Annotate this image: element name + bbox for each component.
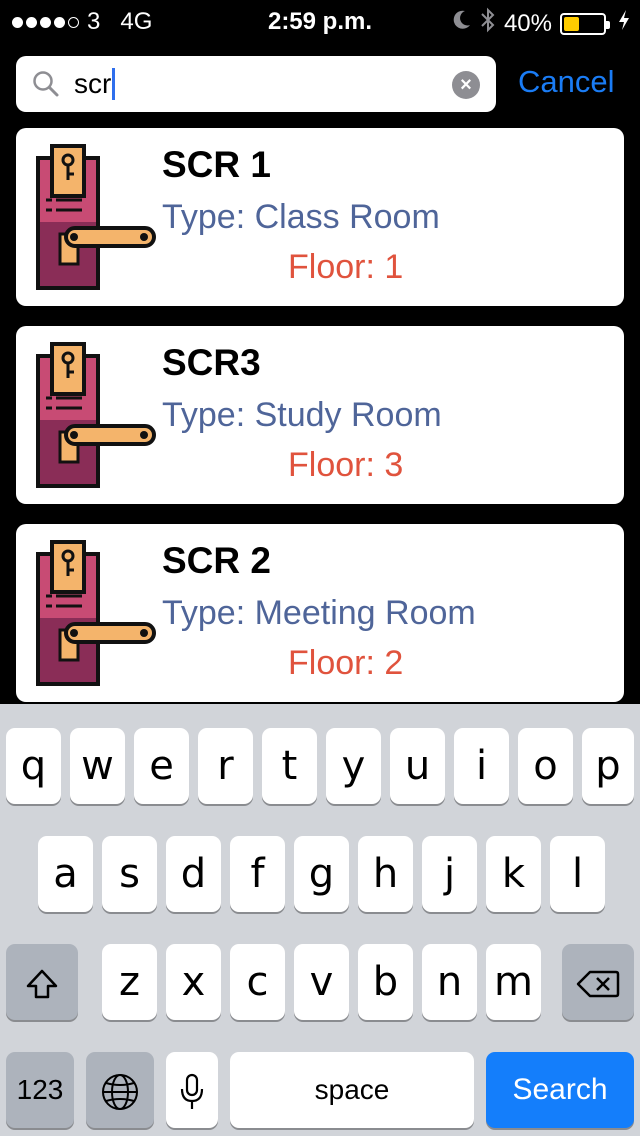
globe-key[interactable] [86, 1052, 154, 1128]
key-s[interactable]: s [102, 836, 157, 912]
key-b[interactable]: b [358, 944, 413, 1020]
bluetooth-icon [480, 7, 496, 40]
delete-key[interactable] [562, 944, 634, 1020]
list-item[interactable]: SCR3 Type: Study Room Floor: 3 [16, 326, 624, 504]
room-type: Type: Meeting Room [162, 594, 476, 632]
key-t[interactable]: t [262, 728, 317, 804]
room-floor: Floor: 2 [288, 644, 404, 682]
key-j[interactable]: j [422, 836, 477, 912]
backspace-icon [576, 959, 620, 1005]
key-h[interactable]: h [358, 836, 413, 912]
door-lock-icon [30, 538, 160, 688]
door-lock-icon [30, 340, 160, 490]
key-e[interactable]: e [134, 728, 189, 804]
search-input[interactable]: scr × [16, 56, 496, 112]
cancel-button[interactable]: Cancel [518, 64, 615, 100]
key-z[interactable]: z [102, 944, 157, 1020]
battery-percent: 40% [503, 9, 552, 37]
key-l[interactable]: l [550, 836, 605, 912]
search-icon [32, 70, 60, 103]
room-floor: Floor: 1 [288, 248, 404, 286]
key-n[interactable]: n [422, 944, 477, 1020]
microphone-icon [179, 1067, 205, 1113]
key-u[interactable]: u [390, 728, 445, 804]
numbers-key[interactable]: 123 [6, 1052, 74, 1128]
search-key[interactable]: Search [486, 1052, 634, 1128]
battery-icon [560, 12, 610, 35]
list-item[interactable]: SCR 2 Type: Meeting Room Floor: 2 [16, 524, 624, 702]
keyboard: q w e r t y u i o p a s d f g h j k l z … [0, 704, 640, 1136]
moon-icon [452, 9, 472, 38]
key-q[interactable]: q [6, 728, 61, 804]
charging-bolt-icon [618, 9, 630, 38]
search-query-text[interactable]: scr [74, 68, 116, 100]
key-y[interactable]: y [326, 728, 381, 804]
key-v[interactable]: v [294, 944, 349, 1020]
search-bar: scr × Cancel [0, 44, 640, 128]
room-type: Type: Class Room [162, 198, 440, 236]
results-list: SCR 1 Type: Class Room Floor: 1 SCR3 Typ… [0, 128, 640, 704]
key-x[interactable]: x [166, 944, 221, 1020]
key-c[interactable]: c [230, 944, 285, 1020]
clear-icon[interactable]: × [452, 71, 480, 99]
key-w[interactable]: w [70, 728, 125, 804]
shift-key[interactable] [6, 944, 78, 1020]
room-type: Type: Study Room [162, 396, 442, 434]
space-key[interactable]: space [230, 1052, 474, 1128]
globe-icon [100, 1067, 140, 1113]
room-name: SCR 1 [162, 144, 271, 185]
status-right: 40% [452, 7, 630, 40]
text-cursor [112, 68, 116, 100]
key-k[interactable]: k [486, 836, 541, 912]
key-r[interactable]: r [198, 728, 253, 804]
room-name: SCR 2 [162, 540, 271, 581]
shift-icon [25, 959, 59, 1005]
key-g[interactable]: g [294, 836, 349, 912]
key-o[interactable]: o [518, 728, 573, 804]
status-bar: 3 4G 2:59 p.m. 40% [0, 0, 640, 44]
list-item[interactable]: SCR 1 Type: Class Room Floor: 1 [16, 128, 624, 306]
key-i[interactable]: i [454, 728, 509, 804]
key-a[interactable]: a [38, 836, 93, 912]
room-floor: Floor: 3 [288, 446, 404, 484]
dictation-key[interactable] [166, 1052, 218, 1128]
key-m[interactable]: m [486, 944, 541, 1020]
key-d[interactable]: d [166, 836, 221, 912]
room-name: SCR3 [162, 342, 261, 383]
door-lock-icon [30, 142, 160, 292]
key-f[interactable]: f [230, 836, 285, 912]
key-p[interactable]: p [582, 728, 634, 804]
